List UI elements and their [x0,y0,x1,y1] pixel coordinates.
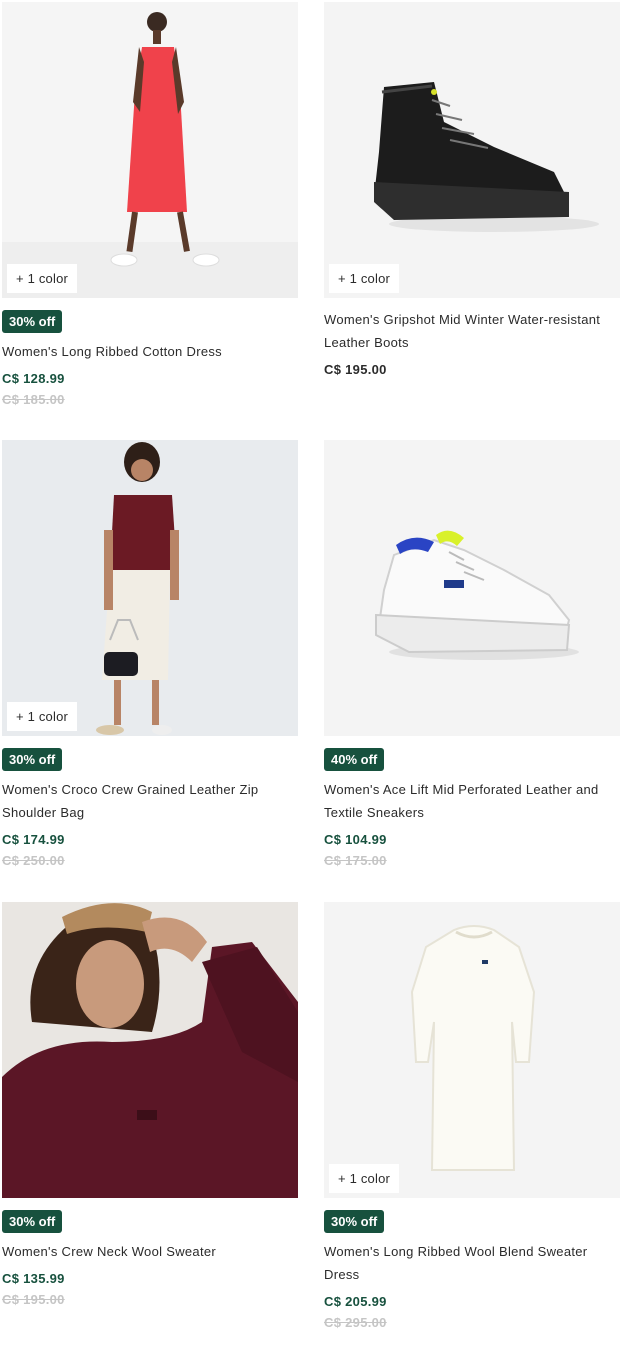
color-count-chip[interactable]: + 1 color [329,1164,400,1193]
sale-price: C$ 104.99 [324,832,387,847]
sale-price: C$ 128.99 [2,371,65,386]
original-price: C$ 195.00 [2,1292,65,1307]
discount-badge: 40% off [324,747,385,771]
product-card[interactable]: + 1 color 30% off Women's Long Ribbed Co… [2,2,298,407]
product-name[interactable]: Women's Gripshot Mid Winter Water-resist… [324,308,620,354]
white-sweater-dress-image [324,902,620,1198]
product-card[interactable]: 40% off Women's Ace Lift Mid Perforated … [324,440,620,868]
color-count-chip[interactable]: + 1 color [7,702,78,731]
red-dress-model-image [2,2,298,298]
discount-badge: 30% off [324,1209,385,1233]
shoulder-bag-model-image [2,440,298,736]
product-image[interactable]: + 1 color [324,902,620,1198]
sale-price: C$ 135.99 [2,1271,65,1286]
black-boot-image [324,2,620,298]
product-name[interactable]: Women's Ace Lift Mid Perforated Leather … [324,778,620,824]
product-name[interactable]: Women's Long Ribbed Wool Blend Sweater D… [324,1240,620,1286]
product-card[interactable]: + 1 color Women's Gripshot Mid Winter Wa… [324,2,620,377]
product-image[interactable]: + 1 color [2,2,298,298]
original-price: C$ 175.00 [324,853,387,868]
product-grid: + 1 color 30% off Women's Long Ribbed Co… [0,0,625,1348]
product-card[interactable]: + 1 color 30% off Women's Long Ribbed Wo… [324,902,620,1330]
sale-price: C$ 205.99 [324,1294,387,1309]
white-sneaker-image [324,440,620,736]
product-image[interactable] [2,902,298,1198]
product-name[interactable]: Women's Crew Neck Wool Sweater [2,1240,298,1263]
price: C$ 195.00 [324,362,387,377]
product-image[interactable]: + 1 color [324,2,620,298]
color-count-chip[interactable]: + 1 color [7,264,78,293]
sale-price: C$ 174.99 [2,832,65,847]
product-card[interactable]: + 1 color 30% off Women's Croco Crew Gra… [2,440,298,868]
product-name[interactable]: Women's Croco Crew Grained Leather Zip S… [2,778,298,824]
discount-badge: 30% off [2,309,63,333]
product-card[interactable]: 30% off Women's Crew Neck Wool Sweater C… [2,902,298,1307]
wool-sweater-model-image [2,902,298,1198]
color-count-chip[interactable]: + 1 color [329,264,400,293]
discount-badge: 30% off [2,747,63,771]
original-price: C$ 185.00 [2,392,65,407]
discount-badge: 30% off [2,1209,63,1233]
product-image[interactable] [324,440,620,736]
original-price: C$ 250.00 [2,853,65,868]
product-image[interactable]: + 1 color [2,440,298,736]
product-name[interactable]: Women's Long Ribbed Cotton Dress [2,340,298,363]
original-price: C$ 295.00 [324,1315,387,1330]
